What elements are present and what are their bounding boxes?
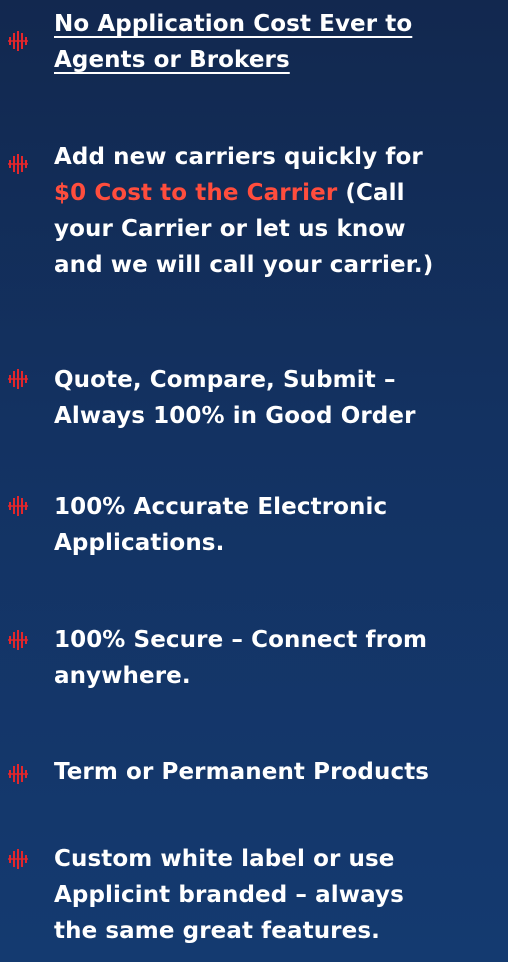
quote-compare-line-2: Always 100% in Good Order xyxy=(54,403,416,429)
quote-compare-line-1: Quote, Compare, Submit – xyxy=(54,367,396,393)
white-label-line-2: Applicint branded – always xyxy=(54,882,404,908)
vertical-bars-icon xyxy=(8,630,28,650)
accurate-apps-line-2: Applications. xyxy=(54,530,225,556)
products-line-1: Term or Permanent Products xyxy=(54,759,430,785)
accurate-apps-line-1: 100% Accurate Electronic xyxy=(54,494,388,520)
vertical-bars-icon xyxy=(8,154,28,174)
add-carriers-line-3: your Carrier or let us know xyxy=(54,216,406,242)
vertical-bars-icon xyxy=(8,31,28,51)
vertical-bars-icon xyxy=(8,849,28,869)
white-label-line-1: Custom white label or use xyxy=(54,846,395,872)
add-carriers-line-2: $0 Cost to the Carrier (Call xyxy=(54,175,506,211)
secure-line-1: 100% Secure – Connect from xyxy=(54,627,428,653)
vertical-bars-icon xyxy=(8,764,28,784)
vertical-bars-icon xyxy=(8,496,28,516)
no-cost-link-line-1[interactable]: No Application Cost Ever to xyxy=(54,6,506,42)
add-carriers-line-1: Add new carriers quickly for xyxy=(54,144,423,170)
vertical-bars-icon xyxy=(8,369,28,389)
white-label-line-3: the same great features. xyxy=(54,918,380,944)
add-carriers-line-4: and we will call your carrier.) xyxy=(54,252,434,278)
zero-cost-highlight: $0 Cost to the Carrier xyxy=(54,180,338,206)
no-cost-link-line-2[interactable]: Agents or Brokers xyxy=(54,42,506,78)
secure-line-2: anywhere. xyxy=(54,663,191,689)
add-carriers-line-2-rest: (Call xyxy=(337,180,405,206)
